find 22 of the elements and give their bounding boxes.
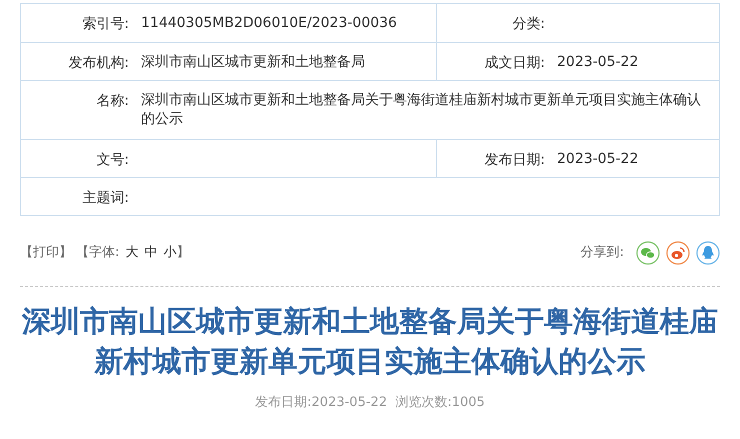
bracket-text: 】	[176, 244, 190, 262]
article-meta: 发布日期:2023-05-22 浏览次数:1005	[254, 394, 486, 412]
field-label: 文号:	[95, 151, 129, 170]
font-size-link[interactable]: 中	[144, 243, 158, 263]
font-size-link[interactable]: 小	[163, 243, 176, 263]
field-label: 主题词:	[81, 189, 129, 208]
field-label: 成文日期:	[483, 54, 545, 73]
field-value: 深圳市南山区城市更新和土地整备局关于粤海街道桂庙新村城市更新单元项目实施主体确认的公示	[141, 91, 702, 129]
field-label: 发布机构:	[67, 54, 129, 73]
field-value: 11440305MB2D06010E/2023-00036	[141, 14, 398, 33]
field-value: 2023-05-22	[557, 150, 640, 169]
print-link[interactable]: 【打印】	[20, 243, 72, 263]
field-label: 索引号:	[81, 15, 129, 34]
field-label: 分类:	[511, 15, 545, 34]
font-size-link[interactable]: 大	[125, 243, 138, 263]
font-size-label: 【字体:	[76, 244, 120, 262]
field-label: 名称:	[95, 92, 129, 111]
article-title: 深圳市南山区城市更新和土地整备局关于粤海街道桂庙新村城市更新单元项目实施主体确认的公示	[20, 303, 719, 380]
field-value: 深圳市南山区城市更新和土地整备局	[141, 53, 366, 72]
field-value: 2023-05-22	[557, 53, 640, 72]
field-label: 发布日期:	[483, 151, 545, 170]
share-label: 分享到:	[580, 244, 624, 262]
